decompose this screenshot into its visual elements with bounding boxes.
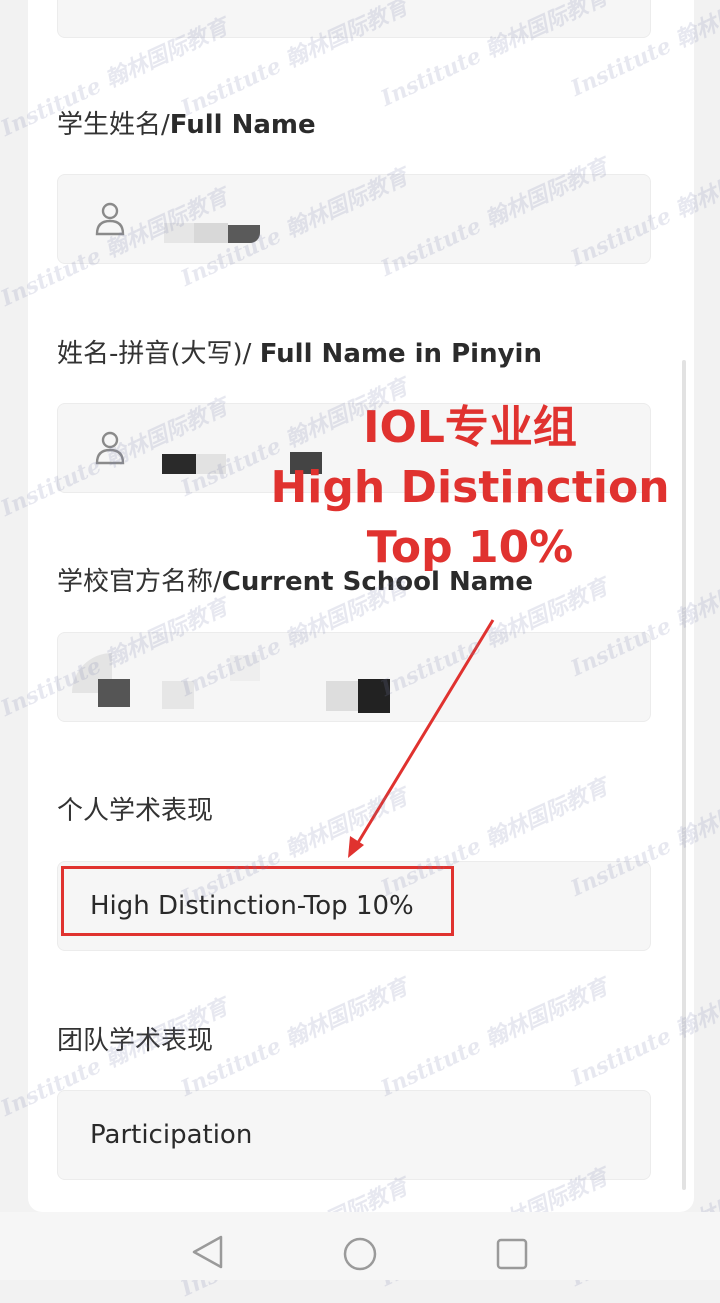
home-circle-icon[interactable] — [342, 1236, 378, 1272]
recents-square-icon[interactable] — [496, 1238, 528, 1270]
system-navigation-bar — [0, 1212, 720, 1280]
back-triangle-icon[interactable] — [190, 1234, 224, 1270]
